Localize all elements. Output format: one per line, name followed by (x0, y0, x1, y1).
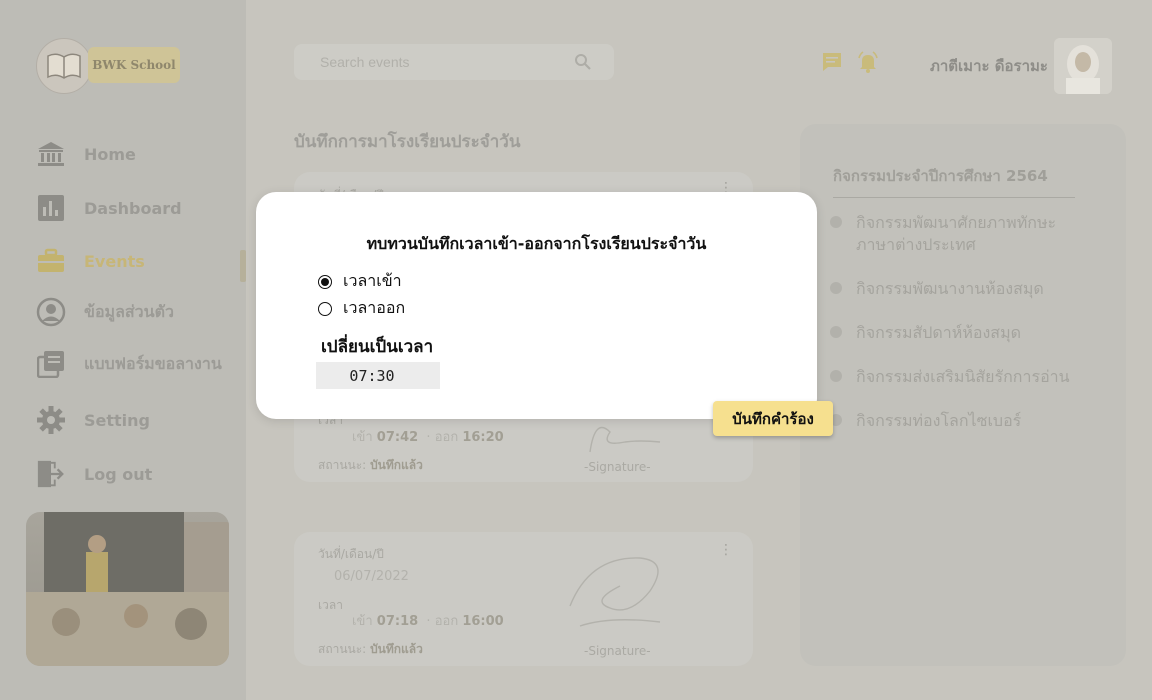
dialog-title: ทบทวนบันทึกเวลาเข้า-ออกจากโรงเรียนประจำว… (366, 234, 707, 253)
list-item[interactable]: กิจกรรมพัฒนาศักยภาพทักษะภาษาต่างประเทศ (830, 212, 1100, 262)
bullet-icon (830, 326, 842, 338)
status-badge: บันทึกแล้ว (370, 642, 423, 656)
sidebar-item-label: Dashboard (84, 198, 182, 218)
gear-icon (36, 405, 66, 435)
bullet-icon (830, 370, 842, 382)
avatar[interactable] (1054, 38, 1112, 94)
activities-panel: กิจกรรมประจำปีการศึกษา 2564 กิจกรรมพัฒนา… (800, 124, 1126, 666)
page-title: บันทึกการมาโรงเรียนประจำวัน (294, 132, 521, 152)
change-time-label: เปลี่ยนเป็นเวลา (321, 337, 434, 357)
list-item[interactable]: กิจกรรมพัฒนางานห้องสมุด (830, 278, 1100, 302)
activities-title: กิจกรรมประจำปีการศึกษา 2564 (833, 167, 1048, 185)
time-label: เวลา (318, 598, 343, 612)
active-indicator (240, 250, 246, 282)
divider (833, 197, 1075, 198)
date-label: วันที่/เดือน/ปี (318, 547, 384, 561)
date-value: 06/07/2022 (334, 569, 409, 584)
sidebar-item-home[interactable]: Home (36, 134, 236, 174)
briefcase-icon (36, 246, 66, 276)
radio-unselected-icon[interactable] (318, 301, 332, 316)
review-time-dialog: ทบทวนบันทึกเวลาเข้า-ออกจากโรงเรียนประจำว… (256, 192, 817, 419)
classroom-photo (26, 512, 229, 666)
sidebar-item-dashboard[interactable]: Dashboard (36, 188, 236, 228)
user-circle-icon (36, 297, 66, 327)
sidebar-item-label: Home (84, 144, 136, 164)
logo-emblem (36, 38, 92, 94)
forms-icon (36, 349, 66, 379)
status-row: สถานนะ: บันทึกแล้ว (318, 642, 423, 656)
sidebar-item-leave-form[interactable]: แบบฟอร์มขอลางาน (36, 344, 236, 384)
radio-time-in[interactable]: เวลาเข้า (318, 269, 402, 294)
sidebar-item-events[interactable]: Events (36, 241, 236, 281)
brand-name: BWK School (88, 47, 180, 83)
sidebar-item-label: Log out (84, 464, 153, 484)
sidebar-item-label: ข้อมูลส่วนตัว (84, 301, 174, 321)
attendance-card: วันที่/เดือน/ปี ⋮ 06/07/2022 เวลา เข้า 0… (294, 532, 753, 666)
radio-label: เวลาออก (343, 298, 406, 317)
sidebar: BWK School Home Dashboard Events ข้อมูลส… (0, 0, 246, 700)
time-values: เข้า 07:42 · ออก 16:20 (352, 430, 504, 445)
radio-label: เวลาเข้า (343, 271, 402, 290)
book-icon (47, 53, 81, 79)
bell-icon[interactable] (856, 50, 880, 74)
list-item[interactable]: กิจกรรมส่งเสริมนิสัยรักการอ่าน (830, 366, 1100, 390)
sidebar-item-label: Setting (84, 410, 150, 430)
search-input[interactable] (294, 44, 614, 80)
status-row: สถานนะ: บันทึกแล้ว (318, 458, 423, 472)
time-field[interactable] (316, 362, 440, 389)
signature-image (569, 557, 661, 627)
signature-label: -Signature- (584, 644, 651, 658)
chat-icon[interactable] (821, 51, 843, 73)
sidebar-item-logout[interactable]: Log out (36, 454, 236, 494)
bank-icon (36, 139, 66, 169)
school-logo[interactable]: BWK School (36, 38, 181, 94)
status-badge: บันทึกแล้ว (370, 458, 423, 472)
search-icon[interactable] (574, 53, 592, 71)
submit-request-button[interactable]: บันทึกคำร้อง (713, 401, 833, 436)
sidebar-item-profile[interactable]: ข้อมูลส่วนตัว (36, 292, 236, 332)
more-icon[interactable]: ⋮ (719, 543, 733, 557)
radio-selected-icon[interactable] (318, 274, 332, 289)
bullet-icon (830, 216, 842, 228)
time-values: เข้า 07:18 · ออก 16:00 (352, 614, 504, 629)
signature-label: -Signature- (584, 460, 651, 474)
sidebar-item-label: Events (84, 251, 145, 271)
sidebar-item-setting[interactable]: Setting (36, 400, 236, 440)
logout-icon (36, 459, 66, 489)
bullet-icon (830, 282, 842, 294)
sidebar-item-label: แบบฟอร์มขอลางาน (84, 353, 222, 373)
bar-chart-icon (36, 193, 66, 223)
radio-time-out[interactable]: เวลาออก (318, 296, 405, 321)
list-item[interactable]: กิจกรรมท่องโลกไซเบอร์ (830, 410, 1100, 434)
user-name: ภาตีเมาะ ดือรามะ (930, 57, 1048, 75)
more-icon[interactable]: ⋮ (719, 181, 733, 195)
list-item[interactable]: กิจกรรมสัปดาห์ห้องสมุด (830, 322, 1100, 346)
